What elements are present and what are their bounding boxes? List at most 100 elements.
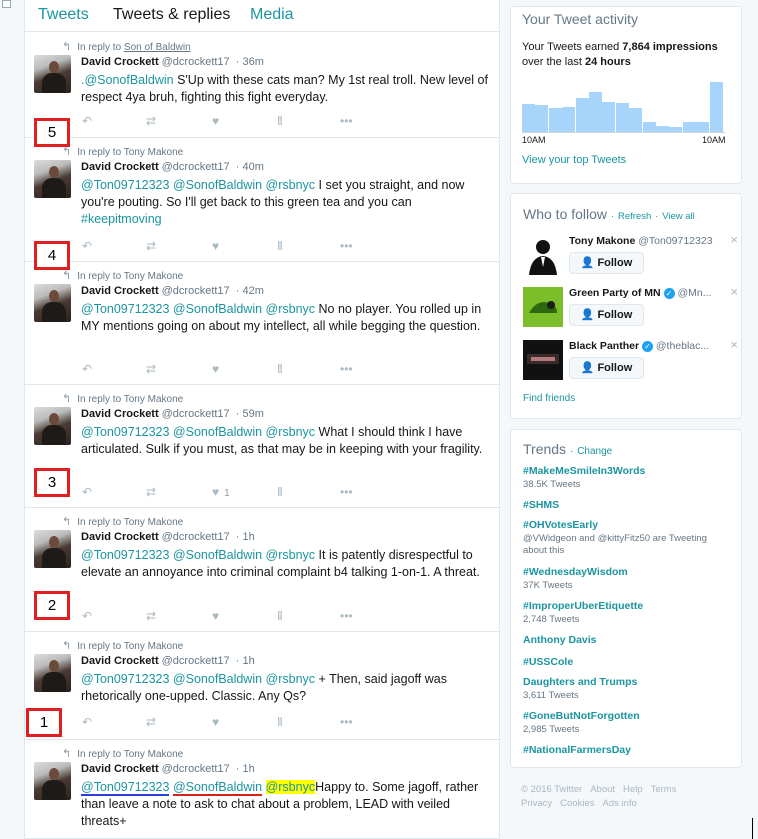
author-name[interactable]: David Crockett [81,531,159,543]
avatar[interactable] [34,55,71,93]
reply-icon[interactable]: ↶ [82,485,92,499]
trend-name[interactable]: #ImproperUberEtiquette [523,600,733,612]
like-icon[interactable]: ♥ [212,362,224,376]
activity-bar[interactable] [696,122,710,132]
follow-button[interactable]: 👤 Follow [569,304,644,326]
avatar[interactable] [34,407,71,445]
retweet-icon[interactable]: ⇄ [146,114,156,128]
footer-ads-info-link[interactable]: Ads info [602,798,636,809]
author-name[interactable]: David Crockett [81,285,159,297]
trend-name[interactable]: Daughters and Trumps [523,676,733,688]
activity-bar[interactable] [615,103,629,132]
footer-about-link[interactable]: About [590,784,615,795]
trend-name[interactable]: Anthony Davis [523,634,733,646]
reply-to-link[interactable]: Tony Makone [124,394,183,405]
author-handle[interactable]: @dcrockett17 [162,531,230,543]
trend-name[interactable]: #WednesdayWisdom [523,566,733,578]
reply-icon[interactable]: ↶ [82,609,92,623]
dismiss-icon[interactable]: × [730,232,738,247]
footer-privacy-link[interactable]: Privacy [521,798,552,809]
follow-button[interactable]: 👤 Follow [569,252,644,274]
trend-item[interactable]: #OHVotesEarly @VWidgeon and @kittyFitz50 … [523,519,733,557]
tweet-time[interactable]: · 42m [236,285,264,297]
avatar[interactable] [34,654,71,692]
tab-tweets[interactable]: Tweets [38,6,89,24]
more-icon[interactable]: ••• [340,114,353,128]
reply-to-link[interactable]: Tony Makone [124,749,183,760]
trend-item[interactable]: #GoneButNotForgotten 2,985 Tweets [523,710,733,736]
trend-name[interactable]: #MakeMeSmileIn3Words [523,465,733,477]
view-top-tweets-link[interactable]: View your top Tweets [522,154,626,166]
analytics-icon[interactable]: Ⅱ [277,362,283,376]
tweet-time[interactable]: · 1h [236,655,255,667]
reply-to-link[interactable]: Tony Makone [124,271,183,282]
retweet-icon[interactable]: ⇄ [146,239,156,253]
tweet-item[interactable]: ↰ In reply to Tony Makone David Crockett @d… [24,740,500,839]
tweet-time[interactable]: · 59m [236,408,264,420]
trend-item[interactable]: #ImproperUberEtiquette 2,748 Tweets [523,600,733,626]
mention-link[interactable]: @Ton09712323 @SonofBaldwin @rsbnyc [81,425,315,439]
footer-terms-link[interactable]: Terms [651,784,677,795]
analytics-icon[interactable]: Ⅱ [277,239,283,253]
tweet-item[interactable]: ↰ In reply to Tony Makone David Crockett @d… [24,385,500,508]
more-icon[interactable]: ••• [340,485,353,499]
tweet-item[interactable]: ↰ In reply to Tony Makone David Crockett @d… [24,632,500,740]
tweet-item[interactable]: ↰ In reply to Tony Makone David Crockett @d… [24,138,500,262]
analytics-icon[interactable]: Ⅱ [277,609,283,623]
reply-icon[interactable]: ↶ [82,715,92,729]
author-name[interactable]: David Crockett [81,655,159,667]
trend-name[interactable]: #GoneButNotForgotten [523,710,733,722]
more-icon[interactable]: ••• [340,609,353,623]
trend-name[interactable]: #OHVotesEarly [523,519,733,531]
trend-name[interactable]: #NationalFarmersDay [523,744,733,756]
avatar[interactable] [34,530,71,568]
more-icon[interactable]: ••• [340,362,353,376]
suggestion-avatar[interactable] [523,340,563,380]
like-icon[interactable]: ♥ [212,609,224,623]
analytics-icon[interactable]: Ⅱ [277,715,283,729]
tweet-time[interactable]: · 36m [236,56,264,68]
suggestion-name-text[interactable]: Green Party of MN [569,287,661,299]
tweet-time[interactable]: · 1h [236,763,255,775]
activity-bar[interactable] [575,98,589,132]
activity-bar[interactable] [629,108,643,132]
reply-to-link[interactable]: Tony Makone [124,641,183,652]
author-name[interactable]: David Crockett [81,763,159,775]
activity-bar[interactable] [642,122,656,132]
author-handle[interactable]: @dcrockett17 [162,763,230,775]
tweet-time[interactable]: · 40m [236,161,264,173]
suggestion-avatar[interactable] [523,235,563,275]
author-handle[interactable]: @dcrockett17 [162,161,230,173]
retweet-icon[interactable]: ⇄ [146,715,156,729]
activity-bar[interactable] [709,82,723,132]
avatar[interactable] [34,160,71,198]
tweet-time[interactable]: · 1h [236,531,255,543]
author-handle[interactable]: @dcrockett17 [162,56,230,68]
author-handle[interactable]: @dcrockett17 [162,285,230,297]
author-name[interactable]: David Crockett [81,408,159,420]
like-icon[interactable]: ♥ 1 [212,485,230,499]
tab-tweets-and-replies[interactable]: Tweets & replies [113,6,230,24]
activity-bar[interactable] [548,108,562,132]
analytics-icon[interactable]: Ⅱ [277,485,283,499]
retweet-icon[interactable]: ⇄ [146,362,156,376]
tweet-item[interactable]: ↰ In reply to Tony Makone David Crockett @d… [24,508,500,632]
refresh-link[interactable]: Refresh [618,211,651,222]
mention-link[interactable]: @Ton09712323 @SonofBaldwin @rsbnyc [81,672,315,686]
mention-link[interactable]: @Ton09712323 @SonofBaldwin @rsbnyc [81,178,315,192]
suggestion-name-text[interactable]: Tony Makone [569,235,635,247]
analytics-icon[interactable]: Ⅱ [277,114,283,128]
reply-to-link[interactable]: Tony Makone [124,147,183,158]
suggestion-avatar[interactable] [523,287,563,327]
avatar[interactable] [34,284,71,322]
reply-icon[interactable]: ↶ [82,239,92,253]
activity-bar[interactable] [562,107,576,132]
activity-bar[interactable] [602,102,616,132]
reply-icon[interactable]: ↶ [82,362,92,376]
footer-cookies-link[interactable]: Cookies [560,798,594,809]
trend-item[interactable]: #USSCole [523,656,733,668]
activity-bar[interactable] [682,122,696,132]
tweet-item[interactable]: ↰ In reply to Tony Makone David Crockett @d… [24,262,500,385]
view-all-link[interactable]: View all [662,211,695,222]
tweet-item[interactable]: ↰ In reply to Son of Baldwin David Crocket… [24,33,500,138]
